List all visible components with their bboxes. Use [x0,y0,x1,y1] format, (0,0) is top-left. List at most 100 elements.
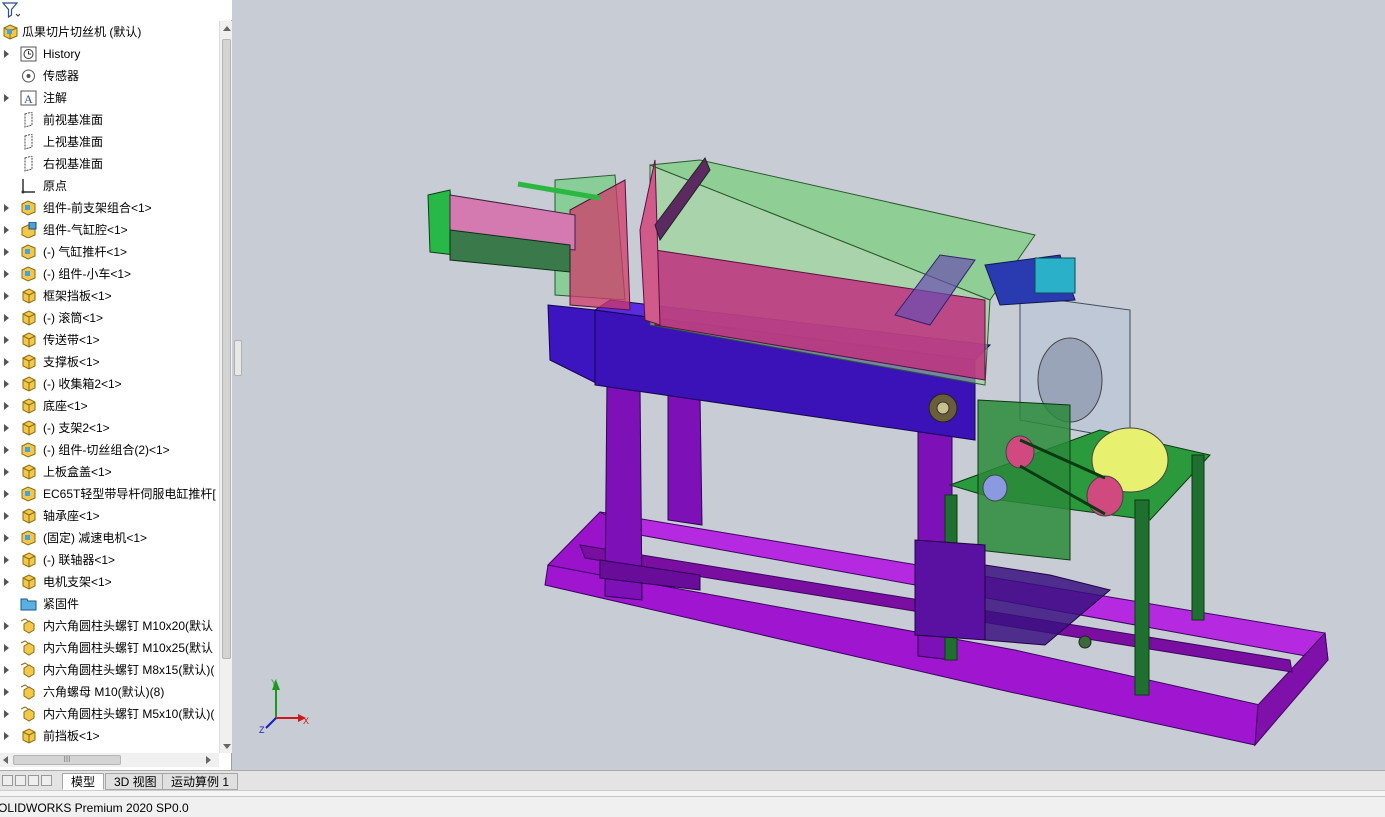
scroll-up-arrow-icon[interactable] [223,26,231,31]
tree-item[interactable]: 前视基准面 [0,109,218,131]
expand-arrow-icon[interactable] [4,270,9,278]
part-icon [20,728,37,744]
tree-item[interactable]: 组件-前支架组合<1> [0,197,218,219]
filter-icon[interactable] [2,2,20,18]
tree-item-label: (-) 支架2<1> [43,421,110,435]
tree-item-label: (-) 联轴器<1> [43,553,116,567]
tree-item-label: 组件-气缸腔<1> [43,223,128,237]
tree-item-label: 内六角圆柱头螺钉 M5x10(默认)( [43,707,215,721]
expand-arrow-icon[interactable] [4,578,9,586]
tree-item[interactable]: 六角螺母 M10(默认)(8) [0,681,218,703]
tree-vertical-scrollbar[interactable] [219,21,232,753]
expand-arrow-icon[interactable] [4,644,9,652]
svg-text:A: A [24,92,33,106]
tree-item[interactable]: (-) 联轴器<1> [0,549,218,571]
tree-item[interactable]: 支撑板<1> [0,351,218,373]
expand-arrow-icon[interactable] [4,358,9,366]
expand-arrow-icon[interactable] [4,468,9,476]
tree-item[interactable]: (-) 收集箱2<1> [0,373,218,395]
tree-item[interactable]: (固定) 减速电机<1> [0,527,218,549]
tree-item[interactable]: 内六角圆柱头螺钉 M8x15(默认)( [0,659,218,681]
tree-item[interactable]: EC65T轻型带导杆伺服电缸推杆[ [0,483,218,505]
plane-icon [20,111,37,128]
tab-3d-view[interactable]: 3D 视图 [105,773,166,790]
tree-item[interactable]: 上板盒盖<1> [0,461,218,483]
tree-item-label: 内六角圆柱头螺钉 M10x20(默认 [43,619,214,633]
tree-item-label: (固定) 减速电机<1> [43,531,148,545]
tree-item[interactable]: 传感器 [0,65,218,87]
tab-model[interactable]: 模型 [62,773,105,790]
next-tab-button[interactable] [28,775,39,786]
tree-item[interactable]: (-) 支架2<1> [0,417,218,439]
expand-arrow-icon[interactable] [4,314,9,322]
tree-item-label: 上板盒盖<1> [43,465,112,479]
expand-arrow-icon[interactable] [4,292,9,300]
tree-item[interactable]: A 注解 [0,87,218,109]
tree-item-label: 紧固件 [43,597,80,611]
scroll-right-arrow-icon[interactable] [206,756,211,764]
scroll-down-arrow-icon[interactable] [223,744,231,749]
tree-item[interactable]: 内六角圆柱头螺钉 M5x10(默认)( [0,703,218,725]
expand-arrow-icon[interactable] [4,710,9,718]
tree-item[interactable]: 内六角圆柱头螺钉 M10x25(默认 [0,637,218,659]
tree-item-label: 右视基准面 [43,157,104,171]
tree-item[interactable]: 紧固件 [0,593,218,615]
tree-item-label: 原点 [43,179,68,193]
panel-splitter[interactable] [232,0,244,770]
tab-motion-study[interactable]: 运动算例 1 [162,773,239,790]
expand-arrow-icon[interactable] [4,336,9,344]
first-tab-button[interactable] [2,775,13,786]
scroll-thumb[interactable] [222,39,231,659]
tree-item[interactable]: 右视基准面 [0,153,218,175]
folder-icon [20,596,37,612]
expand-arrow-icon[interactable] [4,622,9,630]
expand-arrow-icon[interactable] [4,424,9,432]
expand-arrow-icon[interactable] [4,556,9,564]
tree-item[interactable]: (-) 组件-小车<1> [0,263,218,285]
tree-item[interactable]: History [0,43,218,65]
sensor-icon [20,68,37,84]
tree-item[interactable]: 底座<1> [0,395,218,417]
scroll-left-arrow-icon[interactable] [3,756,8,764]
tree-root-item[interactable]: 瓜果切片切丝机 (默认) [0,21,218,43]
graphics-viewport[interactable]: Y X Z [244,0,1385,770]
tree-item[interactable]: (-) 气缸推杆<1> [0,241,218,263]
last-tab-button[interactable] [41,775,52,786]
expand-arrow-icon[interactable] [4,402,9,410]
tree-item[interactable]: 组件-气缸腔<1> [0,219,218,241]
expand-arrow-icon[interactable] [4,732,9,740]
tree-filter-bar [0,0,232,20]
tree-item[interactable]: 电机支架<1> [0,571,218,593]
prev-tab-button[interactable] [15,775,26,786]
expand-arrow-icon[interactable] [4,248,9,256]
pattern-icon [20,706,37,722]
expand-arrow-icon[interactable] [4,534,9,542]
expand-arrow-icon[interactable] [4,512,9,520]
triad-z-label: Z [259,725,265,735]
expand-arrow-icon[interactable] [4,204,9,212]
expand-arrow-icon[interactable] [4,226,9,234]
tree-item[interactable]: 内六角圆柱头螺钉 M10x20(默认 [0,615,218,637]
expand-arrow-icon[interactable] [4,490,9,498]
tree-item[interactable]: (-) 组件-切丝组合(2)<1> [0,439,218,461]
tree-item[interactable]: 传送带<1> [0,329,218,351]
expand-arrow-icon[interactable] [4,666,9,674]
tree-item-label: History [43,47,81,61]
assembly-icon [20,530,37,546]
expand-arrow-icon[interactable] [4,688,9,696]
scroll-thumb-horizontal[interactable]: III [13,755,121,765]
tree-item[interactable]: 框架挡板<1> [0,285,218,307]
expand-arrow-icon[interactable] [4,50,9,58]
tree-root-label: 瓜果切片切丝机 (默认) [22,25,142,39]
tree-horizontal-scrollbar[interactable]: III [0,753,219,767]
expand-arrow-icon[interactable] [4,380,9,388]
tree-item[interactable]: 原点 [0,175,218,197]
tree-item[interactable]: 上视基准面 [0,131,218,153]
tree-item[interactable]: (-) 滚筒<1> [0,307,218,329]
collapse-panel-handle[interactable] [234,340,242,376]
expand-arrow-icon[interactable] [4,446,9,454]
part-icon [20,332,37,348]
expand-arrow-icon[interactable] [4,94,9,102]
tree-item[interactable]: 轴承座<1> [0,505,218,527]
tree-item[interactable]: 前挡板<1> [0,725,218,747]
